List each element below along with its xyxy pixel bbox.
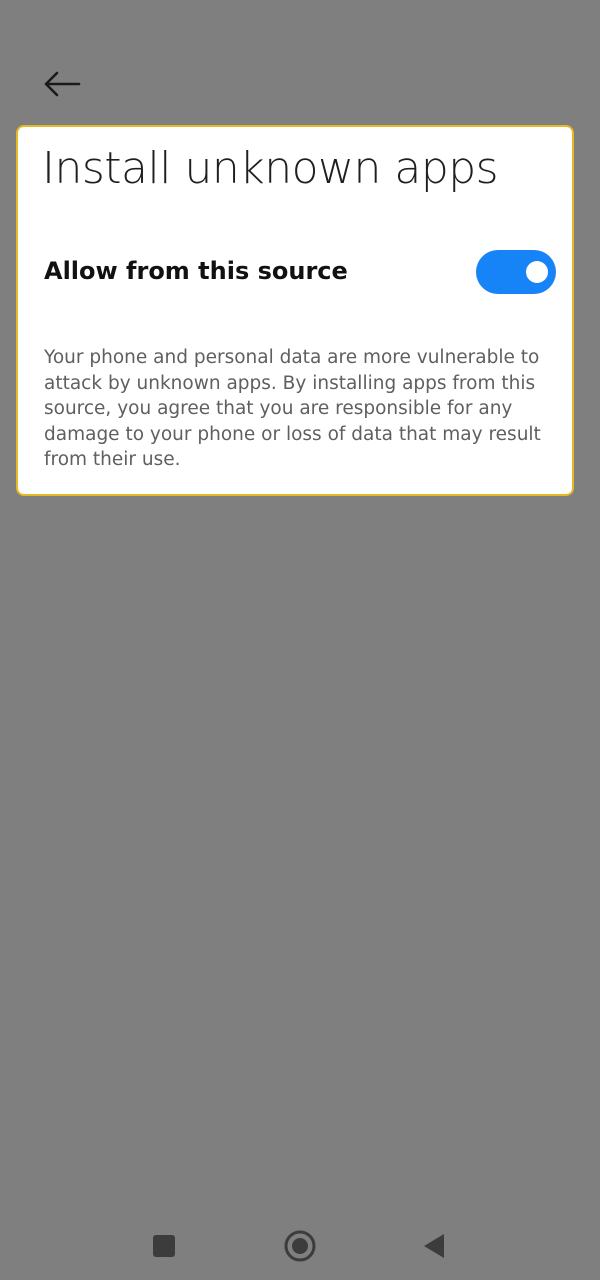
square-icon <box>153 1235 175 1257</box>
home-button[interactable] <box>280 1226 320 1266</box>
page-title: Install unknown apps <box>42 143 499 194</box>
recents-button[interactable] <box>144 1226 184 1266</box>
circle-home-icon <box>284 1230 316 1262</box>
toggle-knob <box>526 261 548 283</box>
allow-source-toggle[interactable] <box>476 250 556 294</box>
setting-label: Allow from this source <box>44 257 348 285</box>
triangle-back-icon <box>424 1234 444 1258</box>
navigation-bar <box>0 1208 600 1280</box>
warning-description: Your phone and personal data are more vu… <box>44 347 541 470</box>
back-button[interactable] <box>34 62 90 106</box>
settings-card: Install unknown apps Allow from this sou… <box>16 125 574 496</box>
allow-from-source-row[interactable]: Allow from this source <box>18 245 572 301</box>
nav-back-button[interactable] <box>414 1226 454 1266</box>
arrow-left-icon <box>44 71 81 97</box>
